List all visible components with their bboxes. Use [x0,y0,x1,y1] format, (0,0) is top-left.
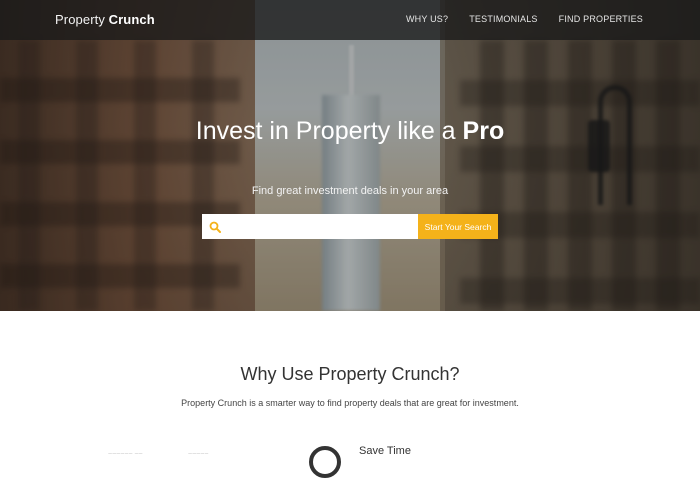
hero-title-text: Invest in Property like a [195,117,456,145]
hero-title-emphasis: Pro [462,117,505,145]
nav-link-find-properties[interactable]: FIND PROPERTIES [559,14,643,24]
why-section-description: Property Crunch is a smarter way to find… [181,398,519,408]
search-box [202,214,418,239]
clock-icon [309,446,341,478]
hero-overlay [0,0,700,311]
search-input[interactable] [226,214,416,239]
nav-link-why-us[interactable]: WHY US? [406,14,448,24]
feature-title-save-time: Save Time [359,445,411,457]
hero-title: Invest in Property like a Pro [0,117,700,146]
brand-prefix: Property [55,12,105,27]
search-icon [209,220,221,233]
hero-subtitle: Find great investment deals in your area [251,185,449,197]
start-search-button[interactable]: Start Your Search [418,214,498,239]
search-bar: Start Your Search [202,214,498,239]
nav-links: WHY US? TESTIMONIALS FIND PROPERTIES [406,14,643,24]
hero-section: Property Crunch WHY US? TESTIMONIALS FIN… [0,0,700,311]
top-navbar: Property Crunch WHY US? TESTIMONIALS FIN… [0,0,700,40]
nav-link-testimonials[interactable]: TESTIMONIALS [469,14,537,24]
brand-logo[interactable]: Property Crunch [55,12,155,27]
why-section-title: Why Use Property Crunch? [240,364,460,384]
brand-suffix: Crunch [108,12,155,27]
